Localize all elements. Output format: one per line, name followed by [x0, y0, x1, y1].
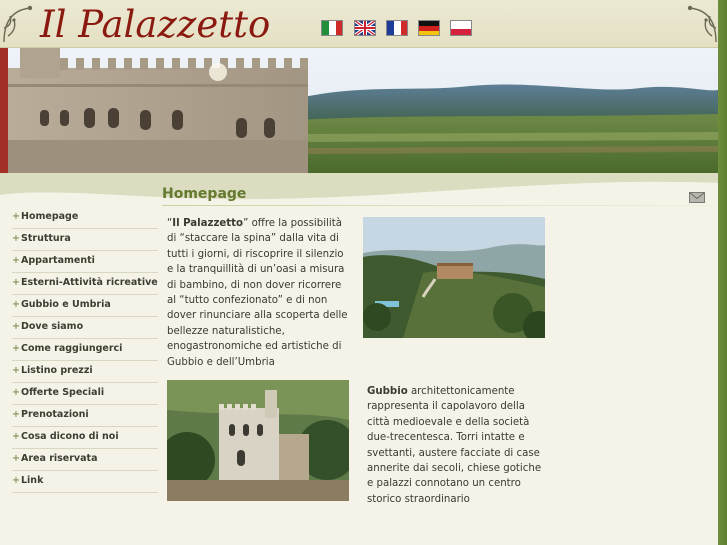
sidebar-item-homepage[interactable]: + Homepage [12, 207, 158, 229]
sidebar-item-listino-prezzi[interactable]: + Listino prezzi [12, 361, 158, 383]
sidebar-item-label: Struttura [21, 233, 71, 244]
plus-icon: + [12, 321, 20, 332]
flag-uk-icon[interactable] [354, 20, 376, 36]
sidebar-menu: + Homepage + Struttura + Appartamenti + Esterni… [12, 207, 158, 493]
plus-icon: + [12, 365, 20, 376]
title-divider [162, 205, 712, 206]
sidebar-item-label: Prenotazioni [21, 409, 89, 420]
sidebar-item-label: Esterni-Attività ricreative [21, 277, 158, 288]
sidebar-item-label: Cosa dicono di noi [21, 431, 119, 442]
plus-icon: + [12, 255, 20, 266]
sidebar-item-prenotazioni[interactable]: + Prenotazioni [12, 405, 158, 427]
flag-poland-icon[interactable] [450, 20, 472, 36]
sidebar-item-esterni-attivit-ricreative[interactable]: + Esterni-Attività ricreative [12, 273, 158, 295]
plus-icon: + [12, 409, 20, 420]
plus-icon: + [12, 277, 20, 288]
flag-france-icon[interactable] [386, 20, 408, 36]
plus-icon: + [12, 233, 20, 244]
gubbio-paragraph: Gubbio architettonicamente rappresenta i… [367, 384, 550, 507]
plus-icon: + [12, 343, 20, 354]
intro-text: ” offre la possibilità di “staccare la s… [167, 218, 348, 368]
plus-icon: + [12, 299, 20, 310]
sidebar-item-appartamenti[interactable]: + Appartamenti [12, 251, 158, 273]
sidebar-item-cosa-dicono-di-noi[interactable]: + Cosa dicono di noi [12, 427, 158, 449]
sidebar-item-dove-siamo[interactable]: + Dove siamo [12, 317, 158, 339]
sidebar-item-label: Dove siamo [21, 321, 84, 332]
plus-icon: + [12, 431, 20, 442]
plus-icon: + [12, 387, 20, 398]
page-title: Homepage [162, 186, 247, 202]
header-banner-image [0, 48, 718, 173]
sidebar-item-come-raggiungerci[interactable]: + Come raggiungerci [12, 339, 158, 361]
plus-icon: + [12, 475, 20, 486]
right-green-strip [718, 0, 727, 545]
corner-flourish-icon [687, 5, 717, 43]
sidebar-item-area-riservata[interactable]: + Area riservata [12, 449, 158, 471]
intro-paragraph: “Il Palazzetto” offre la possibilità di … [167, 216, 350, 370]
sidebar-item-label: Come raggiungerci [21, 343, 123, 354]
intro-name: Il Palazzetto [172, 218, 244, 229]
sidebar-item-label: Offerte Speciali [21, 387, 105, 398]
sidebar-item-struttura[interactable]: + Struttura [12, 229, 158, 251]
sidebar-item-offerte-speciali[interactable]: + Offerte Speciali [12, 383, 158, 405]
flag-germany-icon[interactable] [418, 20, 440, 36]
corner-flourish-icon [3, 5, 33, 43]
sidebar-item-label: Area riservata [21, 453, 98, 464]
sidebar-item-label: Link [21, 475, 44, 486]
sidebar-item-label: Listino prezzi [21, 365, 93, 376]
site-title[interactable]: Il Palazzetto [40, 2, 270, 48]
gubbio-text: architettonicamente rappresenta il capol… [367, 386, 542, 505]
gubbio-name: Gubbio [367, 386, 408, 397]
sidebar-item-gubbio-e-umbria[interactable]: + Gubbio e Umbria [12, 295, 158, 317]
mail-icon[interactable] [689, 192, 705, 203]
villa-photo [363, 217, 545, 338]
plus-icon: + [12, 453, 20, 464]
plus-icon: + [12, 211, 20, 222]
header: Il Palazzetto [0, 0, 718, 48]
sidebar-item-label: Homepage [21, 211, 79, 222]
sidebar-item-label: Gubbio e Umbria [21, 299, 111, 310]
flag-italy-icon[interactable] [321, 20, 343, 36]
sidebar-item-link[interactable]: + Link [12, 471, 158, 493]
gubbio-photo [167, 380, 349, 501]
sidebar-item-label: Appartamenti [21, 255, 95, 266]
